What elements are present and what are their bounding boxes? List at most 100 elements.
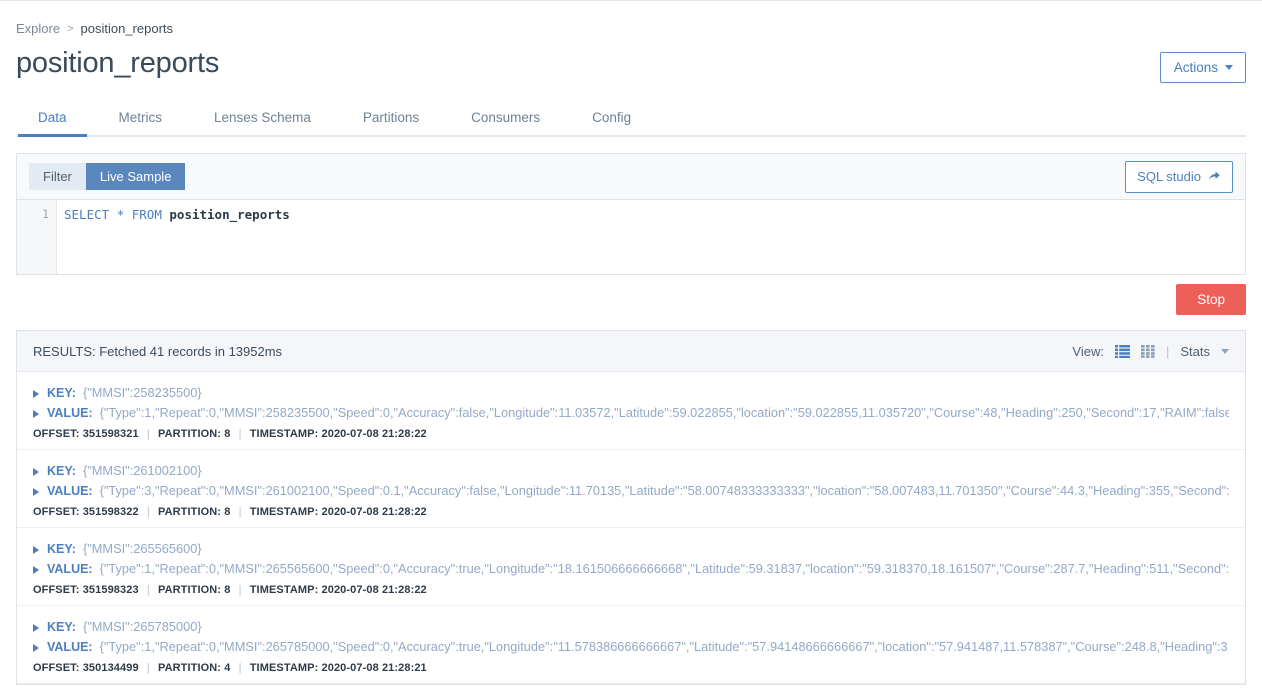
offset-label: OFFSET: <box>33 506 80 518</box>
record-meta: OFFSET: 351598322 | PARTITION: 8 | TIMES… <box>33 506 1229 518</box>
live-sample-mode-button[interactable]: Live Sample <box>85 163 186 190</box>
partition-label: PARTITION: <box>157 584 222 596</box>
offset-label: OFFSET: <box>33 584 80 596</box>
record-meta: OFFSET: 350134499 | PARTITION: 4 | TIMES… <box>33 662 1229 674</box>
page-title: position_reports <box>16 47 220 79</box>
breadcrumb-current: position_reports <box>80 21 174 36</box>
record-key-line: KEY: {"MMSI":261002100} <box>33 461 1229 481</box>
query-actions-row: Stop <box>16 284 1246 315</box>
query-panel: Filter Live Sample SQL studio 1 SELECT *… <box>16 153 1246 275</box>
partition-label: PARTITION: <box>157 428 222 440</box>
sql-keyword-select: SELECT <box>64 207 110 222</box>
expand-triangle-icon[interactable] <box>33 390 39 398</box>
value-json: {"Type":1,"Repeat":0,"MMSI":265785000,"S… <box>99 639 1228 654</box>
tab-data[interactable]: Data <box>18 101 86 137</box>
value-label: VALUE: <box>47 562 93 576</box>
breadcrumb-root-link[interactable]: Explore <box>16 21 60 36</box>
timestamp-value: 2020-07-08 21:28:22 <box>321 584 427 596</box>
partition-value: 8 <box>224 506 231 518</box>
expand-triangle-icon[interactable] <box>33 488 39 496</box>
value-label: VALUE: <box>47 406 93 420</box>
actions-button-label: Actions <box>1173 60 1218 75</box>
breadcrumb-separator-icon: > <box>67 22 74 35</box>
expand-triangle-icon[interactable] <box>33 468 39 476</box>
value-json: {"Type":3,"Repeat":0,"MMSI":261002100,"S… <box>99 483 1229 498</box>
sql-keyword-from: FROM <box>131 207 162 222</box>
editor-code-line[interactable]: SELECT * FROM position_reports <box>57 200 1245 274</box>
record-meta: OFFSET: 351598321 | PARTITION: 8 | TIMES… <box>33 428 1229 440</box>
timestamp-value: 2020-07-08 21:28:22 <box>321 428 427 440</box>
stop-button[interactable]: Stop <box>1176 284 1246 315</box>
results-view-controls: View: | Stats <box>1072 344 1229 359</box>
sql-studio-button[interactable]: SQL studio <box>1125 160 1233 193</box>
partition-value: 8 <box>224 428 231 440</box>
partition-label: PARTITION: <box>157 662 222 674</box>
expand-triangle-icon[interactable] <box>33 624 39 632</box>
list-view-icon[interactable] <box>1114 344 1130 358</box>
meta-divider: | <box>238 428 242 440</box>
expand-triangle-icon[interactable] <box>33 566 39 574</box>
tab-metrics[interactable]: Metrics <box>119 101 163 135</box>
offset-value: 351598323 <box>82 584 139 596</box>
key-label: KEY: <box>47 386 76 400</box>
results-summary: RESULTS: Fetched 41 records in 13952ms <box>33 343 283 359</box>
query-mode-toggle: Filter Live Sample <box>29 163 186 190</box>
expand-triangle-icon[interactable] <box>33 546 39 554</box>
key-value: {"MMSI":258235500} <box>82 385 202 400</box>
grid-view-icon[interactable] <box>1140 344 1155 358</box>
key-value: {"MMSI":265785000} <box>82 619 202 634</box>
timestamp-value: 2020-07-08 21:28:22 <box>321 506 427 518</box>
filter-mode-button[interactable]: Filter <box>29 163 86 190</box>
record-row: KEY: {"MMSI":261002100} VALUE: {"Type":3… <box>17 450 1245 528</box>
offset-label: OFFSET: <box>33 662 80 674</box>
tab-consumers[interactable]: Consumers <box>471 101 540 135</box>
key-label: KEY: <box>47 620 76 634</box>
results-toolbar: RESULTS: Fetched 41 records in 13952ms V… <box>17 331 1245 372</box>
stats-label[interactable]: Stats <box>1180 344 1210 359</box>
tab-lenses-schema[interactable]: Lenses Schema <box>214 101 311 135</box>
record-key-line: KEY: {"MMSI":258235500} <box>33 383 1229 403</box>
record-row: KEY: {"MMSI":265565600} VALUE: {"Type":1… <box>17 528 1245 606</box>
key-value: {"MMSI":261002100} <box>82 463 202 478</box>
expand-triangle-icon[interactable] <box>33 644 39 652</box>
timestamp-value: 2020-07-08 21:28:21 <box>321 662 427 674</box>
meta-divider: | <box>146 506 150 518</box>
offset-value: 351598322 <box>82 506 139 518</box>
tab-bar: Data Metrics Lenses Schema Partitions Co… <box>16 101 1246 137</box>
value-label: VALUE: <box>47 484 93 498</box>
editor-line-numbers: 1 <box>17 200 57 274</box>
record-meta: OFFSET: 351598323 | PARTITION: 8 | TIMES… <box>33 584 1229 596</box>
offset-value: 350134499 <box>82 662 139 674</box>
record-value-line: VALUE: {"Type":1,"Repeat":0,"MMSI":25823… <box>33 403 1229 423</box>
record-key-line: KEY: {"MMSI":265785000} <box>33 617 1229 637</box>
tab-partitions[interactable]: Partitions <box>363 101 419 135</box>
sql-editor[interactable]: 1 SELECT * FROM position_reports <box>17 200 1245 274</box>
value-json: {"Type":1,"Repeat":0,"MMSI":258235500,"S… <box>99 405 1229 420</box>
sql-space-2 <box>124 207 132 222</box>
actions-button[interactable]: Actions <box>1159 52 1246 83</box>
record-value-line: VALUE: {"Type":3,"Repeat":0,"MMSI":26100… <box>33 481 1229 501</box>
meta-divider: | <box>146 428 150 440</box>
timestamp-label: TIMESTAMP: <box>249 506 319 518</box>
title-row: position_reports Actions <box>16 47 1246 83</box>
toolbar-divider: | <box>1165 343 1170 359</box>
meta-divider: | <box>238 584 242 596</box>
sql-space-1 <box>109 207 117 222</box>
sql-table-name: position_reports <box>169 207 290 222</box>
sql-studio-label: SQL studio <box>1137 169 1201 184</box>
meta-divider: | <box>146 662 150 674</box>
timestamp-label: TIMESTAMP: <box>249 428 319 440</box>
stats-chevron-down-icon[interactable] <box>1221 348 1229 354</box>
partition-value: 8 <box>224 584 231 596</box>
meta-divider: | <box>238 662 242 674</box>
view-label: View: <box>1072 343 1104 359</box>
timestamp-label: TIMESTAMP: <box>249 662 319 674</box>
record-value-line: VALUE: {"Type":1,"Repeat":0,"MMSI":26556… <box>33 559 1229 579</box>
partition-label: PARTITION: <box>157 506 222 518</box>
meta-divider: | <box>146 584 150 596</box>
expand-triangle-icon[interactable] <box>33 410 39 418</box>
offset-label: OFFSET: <box>33 428 80 440</box>
key-value: {"MMSI":265565600} <box>82 541 202 556</box>
key-label: KEY: <box>47 542 76 556</box>
tab-config[interactable]: Config <box>592 101 631 135</box>
